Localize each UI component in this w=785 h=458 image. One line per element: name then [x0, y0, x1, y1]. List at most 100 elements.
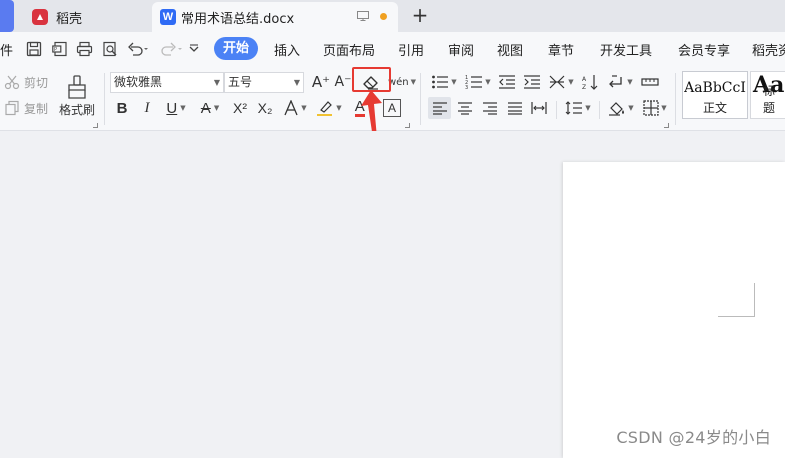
line-spacing-icon: [565, 101, 583, 115]
paragraph-dialog-launcher-icon[interactable]: [664, 123, 669, 128]
scissors-icon: [4, 75, 20, 90]
style-heading[interactable]: Aa 标题: [750, 71, 785, 119]
ruler-icon: [641, 78, 659, 86]
strikethrough-button[interactable]: A ▼: [196, 99, 224, 117]
ribbon-separator: [104, 73, 105, 125]
tab-stops-button[interactable]: [640, 73, 660, 91]
line-spacing-button[interactable]: ▼: [563, 97, 593, 119]
distributed-align-icon: [531, 102, 547, 114]
chevron-down-icon: ▼: [585, 104, 591, 112]
sort-button[interactable]: AZ: [581, 73, 601, 91]
chinese-layout-button[interactable]: ▼: [547, 73, 575, 91]
ribbon-home: 剪切 复制 格式刷 微软雅黑 ▼ 五号 ▼ A⁺ A⁻ wén ▼ B I U …: [0, 65, 785, 131]
bold-button[interactable]: B: [114, 99, 130, 117]
copy-button[interactable]: 复制: [4, 100, 48, 116]
numbered-list-button[interactable]: 123 ▼: [464, 73, 492, 91]
menu-file-fragment[interactable]: 件: [0, 40, 13, 59]
tab-member[interactable]: 会员专享: [678, 40, 730, 59]
chevron-down-icon: ▼: [410, 78, 417, 86]
svg-text:Z: Z: [582, 84, 586, 90]
show-hide-marks-button[interactable]: ▼: [606, 73, 634, 91]
tab-daoke[interactable]: 稻壳: [22, 2, 146, 32]
print-preview-icon[interactable]: [102, 40, 118, 58]
decrease-indent-button[interactable]: [497, 73, 517, 91]
align-right-button[interactable]: [480, 97, 500, 119]
unsaved-dot-icon: [380, 13, 387, 20]
align-left-button[interactable]: [428, 97, 451, 119]
ribbon-separator: [420, 73, 421, 125]
tab-references[interactable]: 引用: [398, 40, 424, 59]
font-name-select[interactable]: 微软雅黑 ▼: [110, 72, 224, 93]
tab-daoke-label: 稻壳: [56, 11, 83, 27]
new-tab-button[interactable]: +: [410, 4, 430, 26]
shrink-font-button[interactable]: A⁻: [335, 73, 352, 91]
align-right-icon: [483, 102, 497, 115]
chevron-down-icon: ▼: [301, 104, 307, 112]
style-heading-label: 标题: [763, 84, 776, 115]
save-icon[interactable]: [26, 40, 42, 58]
svg-text:P: P: [54, 47, 57, 53]
previous-tab-fragment[interactable]: [0, 0, 14, 32]
tab-daoke-resources[interactable]: 稻壳资: [752, 40, 785, 59]
tab-page-layout[interactable]: 页面布局: [323, 40, 375, 59]
chinese-layout-icon: [549, 75, 565, 89]
monitor-icon[interactable]: [357, 11, 369, 21]
superscript-button[interactable]: X²: [230, 98, 250, 118]
tab-view[interactable]: 视图: [497, 40, 523, 59]
chevron-down-icon: ▼: [661, 104, 667, 112]
phonetic-guide-icon: wén: [387, 76, 409, 88]
ribbon-separator: [599, 101, 600, 119]
tab-review[interactable]: 审阅: [448, 40, 474, 59]
redo-icon[interactable]: [161, 40, 183, 58]
chevron-down-icon: ▼: [213, 78, 220, 87]
bullet-list-icon: [432, 75, 449, 89]
clipboard-dialog-launcher-icon[interactable]: [93, 123, 98, 128]
format-painter-button[interactable]: 格式刷: [57, 71, 97, 121]
tab-home[interactable]: 开始: [214, 37, 259, 60]
chevron-down-icon: ▼: [485, 78, 491, 86]
chevron-down-icon: ▼: [451, 78, 457, 86]
svg-text:A: A: [582, 76, 587, 83]
paragraph-mark-icon: [609, 75, 622, 88]
font-dialog-launcher-icon[interactable]: [405, 123, 410, 128]
copy-label: 复制: [24, 101, 49, 116]
justify-button[interactable]: [505, 97, 525, 119]
underline-icon: U: [166, 99, 178, 117]
highlight-button[interactable]: ▼: [315, 99, 343, 117]
chevron-down-icon: ▼: [180, 104, 186, 112]
align-center-icon: [458, 102, 472, 115]
grow-font-button[interactable]: A⁺: [312, 73, 330, 91]
print-icon[interactable]: [76, 40, 93, 58]
font-size-select[interactable]: 五号 ▼: [224, 72, 304, 93]
underline-button[interactable]: U ▼: [162, 99, 190, 117]
tab-document-label: 常用术语总结.docx: [181, 11, 295, 27]
quick-access-more-icon[interactable]: [188, 40, 200, 58]
phonetic-guide-button[interactable]: wén ▼: [387, 73, 417, 91]
bullet-list-button[interactable]: ▼: [430, 73, 458, 91]
watermark: CSDN @24岁的小白: [616, 428, 771, 447]
daoke-logo-icon: [32, 9, 48, 25]
highlighter-icon: [317, 101, 333, 116]
sort-icon: AZ: [582, 75, 598, 90]
style-normal[interactable]: AaBbCcI 正文: [682, 71, 748, 119]
tab-section[interactable]: 章节: [548, 40, 574, 59]
increase-indent-button[interactable]: [522, 73, 542, 91]
shading-button[interactable]: ▼: [606, 97, 636, 119]
italic-button[interactable]: I: [140, 99, 154, 117]
tab-insert[interactable]: 插入: [274, 40, 300, 59]
svg-text:3: 3: [465, 85, 468, 90]
borders-button[interactable]: ▼: [640, 97, 670, 119]
export-pdf-icon[interactable]: P: [52, 40, 68, 58]
tab-developer[interactable]: 开发工具: [600, 40, 652, 59]
undo-icon[interactable]: [127, 40, 149, 58]
tab-document[interactable]: W 常用术语总结.docx: [152, 2, 398, 32]
decrease-indent-icon: [499, 75, 515, 89]
subscript-button[interactable]: X₂: [255, 98, 275, 118]
borders-icon: [643, 100, 659, 116]
font-name-value: 微软雅黑: [114, 75, 163, 89]
text-effect-button[interactable]: ▼: [282, 99, 308, 117]
increase-indent-icon: [524, 75, 540, 89]
cut-button[interactable]: 剪切: [4, 74, 48, 90]
distributed-align-button[interactable]: [529, 97, 549, 119]
align-center-button[interactable]: [455, 97, 475, 119]
